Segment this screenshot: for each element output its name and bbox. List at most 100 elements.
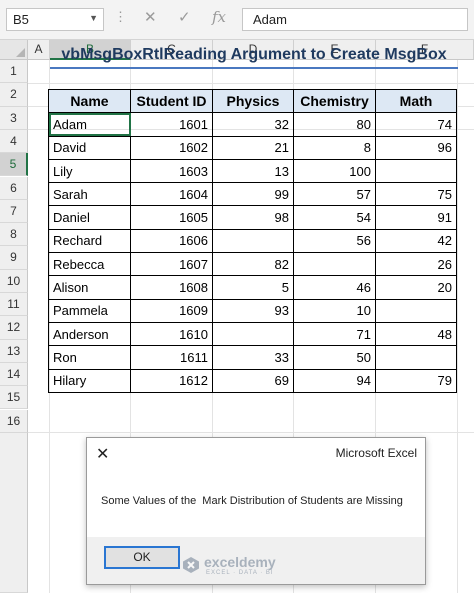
check-icon[interactable]: ✓	[178, 8, 191, 26]
row-header-14[interactable]: 14	[0, 362, 28, 387]
gridline	[28, 432, 474, 433]
cell-name[interactable]: Rechard	[48, 228, 131, 254]
row-header-9[interactable]: 9	[0, 246, 28, 270]
cell-physics[interactable]: 82	[212, 252, 294, 277]
cell-math[interactable]: 20	[375, 275, 457, 300]
chevron-down-icon[interactable]: ▼	[89, 13, 98, 23]
row-header-13[interactable]: 13	[0, 339, 28, 363]
header-name[interactable]: Name	[48, 88, 131, 114]
cell-student-id[interactable]: 1603	[130, 158, 213, 184]
cell-chemistry[interactable]: 46	[293, 275, 376, 300]
cell-chemistry[interactable]: 94	[293, 368, 376, 393]
cell-physics[interactable]: 33	[212, 345, 294, 370]
row-header-3[interactable]: 3	[0, 106, 28, 130]
cell-name[interactable]: David	[48, 135, 131, 160]
cell-math[interactable]: 91	[375, 205, 457, 230]
row-header-6[interactable]: 6	[0, 176, 28, 200]
row-header-8[interactable]: 8	[0, 223, 28, 247]
row-header-5[interactable]: 5	[0, 153, 28, 177]
sheet-title: vbMsgBoxRtlReading Argument to Create Ms…	[61, 46, 447, 63]
ok-button[interactable]: OK	[104, 546, 180, 569]
cell-student-id[interactable]: 1610	[130, 321, 213, 347]
cell-name[interactable]: Pammela	[48, 298, 131, 323]
cell-math[interactable]	[375, 158, 457, 184]
cell-physics[interactable]: 5	[212, 275, 294, 300]
name-box[interactable]: B5 ▼	[6, 8, 104, 31]
cell-physics[interactable]: 21	[212, 135, 294, 160]
drag-handle-icon[interactable]: ⋮	[114, 9, 127, 25]
cell-name[interactable]: Hilary	[48, 368, 131, 393]
header-math[interactable]: Math	[375, 88, 457, 114]
cell-name[interactable]: Sarah	[48, 182, 131, 207]
cell-student-id[interactable]: 1602	[130, 135, 213, 160]
cell-student-id[interactable]: 1612	[130, 368, 213, 393]
cell-name[interactable]: Alison	[48, 275, 131, 300]
cell-physics[interactable]: 69	[212, 368, 294, 393]
select-all-button[interactable]	[0, 40, 28, 60]
cell-student-id[interactable]: 1605	[130, 205, 213, 230]
cell-chemistry[interactable]	[293, 252, 376, 277]
cell-chemistry[interactable]: 10	[293, 298, 376, 323]
cell-chemistry[interactable]: 56	[293, 228, 376, 254]
cell-name[interactable]: Ron	[48, 345, 131, 370]
cell-physics[interactable]	[212, 228, 294, 254]
cell-math[interactable]	[375, 345, 457, 370]
cell-student-id[interactable]: 1607	[130, 252, 213, 277]
row-header-10[interactable]: 10	[0, 269, 28, 293]
row-header-7[interactable]: 7	[0, 199, 28, 224]
table-row: Sarah 1604 99 57 75	[48, 182, 457, 207]
row-header-15[interactable]: 15	[0, 386, 28, 410]
cell-math[interactable]: 79	[375, 368, 457, 393]
cell-physics[interactable]: 98	[212, 205, 294, 230]
cell-physics[interactable]: 32	[212, 112, 294, 137]
cell-physics[interactable]: 13	[212, 158, 294, 184]
header-student-id[interactable]: Student ID	[130, 88, 213, 114]
table-row: Adam 1601 32 80 74	[48, 112, 457, 137]
close-icon[interactable]: ✕	[96, 444, 109, 464]
cell-student-id[interactable]: 1601	[130, 112, 213, 137]
cell-math[interactable]: 26	[375, 252, 457, 277]
row-header-11[interactable]: 11	[0, 293, 28, 317]
cell-student-id[interactable]: 1609	[130, 298, 213, 323]
cell-math[interactable]	[375, 298, 457, 323]
cell-name[interactable]: Lily	[48, 158, 131, 184]
table-row: Ron 1611 33 50	[48, 345, 457, 370]
cell-name[interactable]: Anderson	[48, 321, 131, 347]
cell-math[interactable]: 74	[375, 112, 457, 137]
cell-chemistry[interactable]: 80	[293, 112, 376, 137]
cell-chemistry[interactable]: 71	[293, 321, 376, 347]
cell-student-id[interactable]: 1608	[130, 275, 213, 300]
column-header-a[interactable]: A	[28, 40, 50, 60]
cell-chemistry[interactable]: 8	[293, 135, 376, 160]
cell-name[interactable]: Daniel	[48, 205, 131, 230]
row-header-16[interactable]: 16	[0, 409, 28, 433]
header-physics[interactable]: Physics	[212, 88, 294, 114]
cell-physics[interactable]: 93	[212, 298, 294, 323]
cell-physics[interactable]	[212, 321, 294, 347]
cell-math[interactable]: 75	[375, 182, 457, 207]
cell-chemistry[interactable]: 100	[293, 158, 376, 184]
table-row: Pammela 1609 93 10	[48, 298, 457, 323]
cell-chemistry[interactable]: 57	[293, 182, 376, 207]
cell-chemistry[interactable]: 54	[293, 205, 376, 230]
row-header-1[interactable]: 1	[0, 60, 28, 84]
cell-chemistry[interactable]: 50	[293, 345, 376, 370]
cell-name[interactable]: Adam	[48, 112, 131, 137]
row-header-2[interactable]: 2	[0, 83, 28, 107]
cell-student-id[interactable]: 1611	[130, 345, 213, 370]
table-row: Rebecca 1607 82 26	[48, 252, 457, 277]
cell-math[interactable]: 42	[375, 228, 457, 254]
row-header-4[interactable]: 4	[0, 129, 28, 154]
row-header-12[interactable]: 12	[0, 316, 28, 340]
cell-student-id[interactable]: 1606	[130, 228, 213, 254]
cell-math[interactable]: 96	[375, 135, 457, 160]
cell-math[interactable]: 48	[375, 321, 457, 347]
cell-name[interactable]: Rebecca	[48, 252, 131, 277]
table-header-row: Name Student ID Physics Chemistry Math	[48, 88, 457, 114]
insert-function-icon[interactable]: fx	[212, 8, 226, 26]
cancel-icon[interactable]: ✕	[144, 8, 157, 26]
cell-physics[interactable]: 99	[212, 182, 294, 207]
cell-student-id[interactable]: 1604	[130, 182, 213, 207]
formula-input[interactable]: Adam	[242, 8, 468, 31]
header-chemistry[interactable]: Chemistry	[293, 88, 376, 114]
